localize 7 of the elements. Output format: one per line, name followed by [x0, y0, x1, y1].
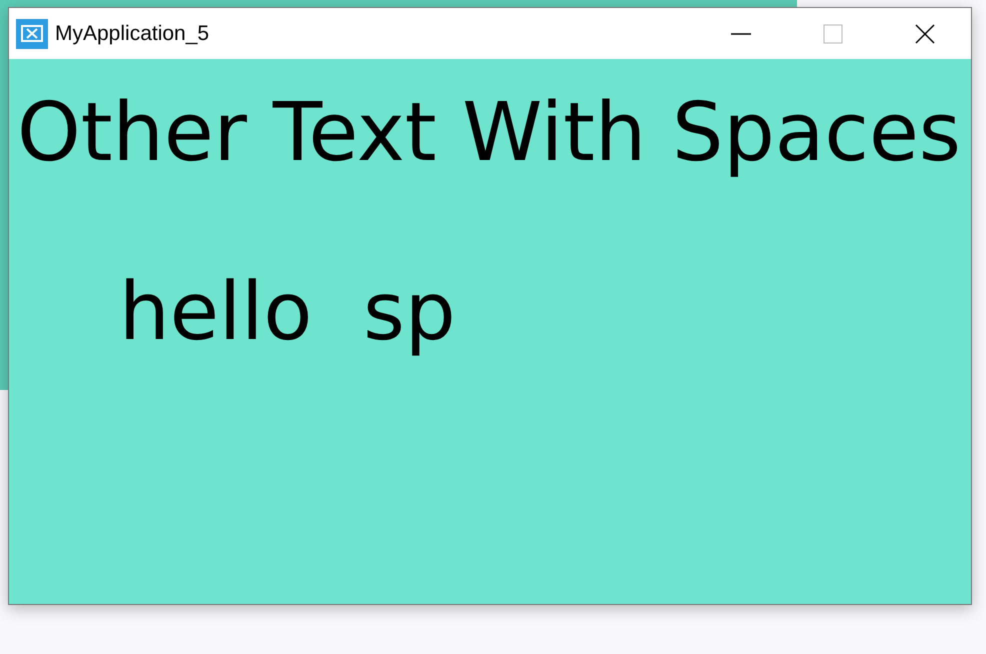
- heading-text: Other Text With Spaces: [17, 89, 962, 178]
- close-icon: [915, 24, 935, 44]
- body-text: hello sp: [119, 268, 456, 356]
- app-icon: [16, 18, 48, 48]
- maximize-icon: [823, 24, 843, 44]
- minimize-icon: [731, 32, 751, 34]
- window-title: MyApplication_5: [55, 22, 210, 46]
